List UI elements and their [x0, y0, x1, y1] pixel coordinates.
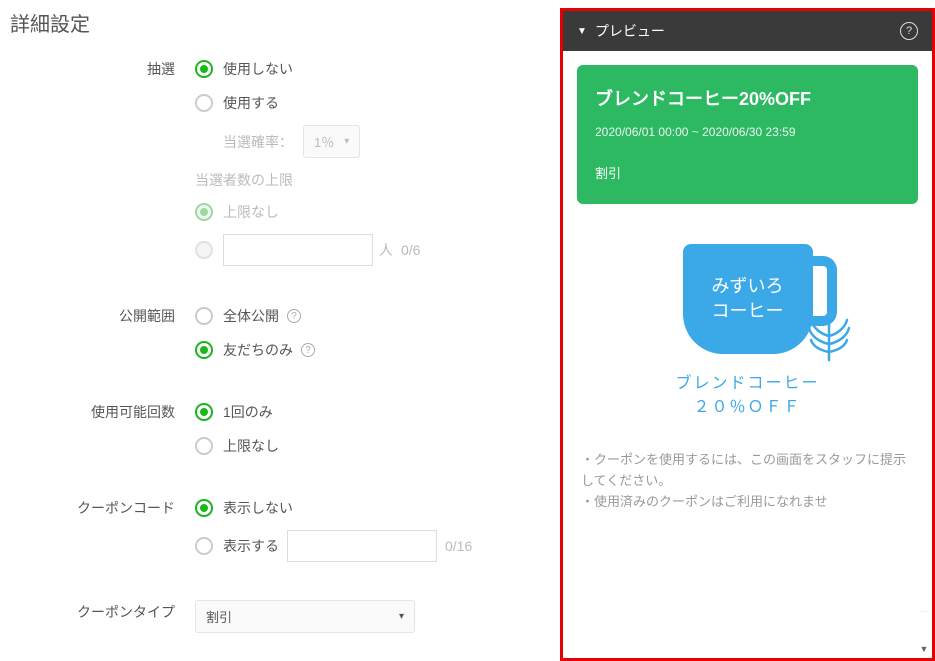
coupon-image: みずいろ コーヒー [577, 244, 918, 354]
radio-lottery-not-use[interactable] [195, 60, 213, 78]
label-visibility: 公開範囲 [10, 304, 195, 372]
chevron-down-icon: ▾ [344, 136, 349, 147]
radio-label: 友だちのみ [223, 340, 293, 360]
coupon-date: 2020/06/01 00:00 ~ 2020/06/30 23:59 [595, 125, 900, 139]
radio-lottery-use[interactable] [195, 94, 213, 112]
coupon-notes: ・クーポンを使用するには、この画面をスタッフに提示してください。 ・使用済みのク… [577, 450, 918, 512]
label-usage: 使用可能回数 [10, 400, 195, 468]
note-line: ・クーポンを使用するには、この画面をスタッフに提示してください。 [581, 450, 914, 492]
help-icon[interactable]: ? [287, 309, 301, 323]
promo-line-2: ２０％ＯＦＦ [577, 396, 918, 420]
chevron-down-icon: ▾ [399, 611, 404, 622]
coupon-title: ブレンドコーヒー20%OFF [595, 85, 900, 111]
radio-label: 使用しない [223, 59, 293, 79]
row-type: クーポンタイプ 割引 ▾ [10, 600, 540, 633]
radio-label: 表示する [223, 536, 279, 556]
radio-label: 1回のみ [223, 402, 273, 422]
promo-line-1: ブレンドコーヒー [577, 372, 918, 396]
unit-people: 人 [379, 240, 393, 260]
caret-down-icon: ▼ [577, 26, 587, 37]
label-code: クーポンコード [10, 496, 195, 572]
radio-winners-limit[interactable] [195, 241, 213, 259]
page-title: 詳細設定 [10, 8, 540, 37]
cup-text-1: みずいろ [712, 274, 784, 299]
cup-text-2: コーヒー [712, 299, 784, 324]
help-icon[interactable]: ? [900, 22, 918, 40]
coupon-type-badge: 割引 [595, 163, 900, 182]
coupon-card: ブレンドコーヒー20%OFF 2020/06/01 00:00 ~ 2020/0… [577, 65, 918, 204]
preview-title: プレビュー [595, 21, 665, 41]
label-lottery: 抽選 [10, 57, 195, 276]
preview-body: ブレンドコーヒー20%OFF 2020/06/01 00:00 ~ 2020/0… [563, 51, 932, 611]
select-value: 1％ [314, 132, 334, 151]
preview-header[interactable]: ▼ プレビュー ? [563, 11, 932, 51]
preview-panel: ▼ プレビュー ? ▼ ブレンドコーヒー20%OFF 2020/06/01 00… [560, 8, 935, 661]
select-win-rate[interactable]: 1％ ▾ [303, 125, 360, 158]
cup-logo: みずいろ コーヒー [683, 244, 813, 354]
promo-text: ブレンドコーヒー ２０％ＯＦＦ [577, 372, 918, 420]
rate-label: 当選確率： [223, 132, 293, 152]
label-type: クーポンタイプ [10, 600, 195, 633]
radio-winners-nolimit[interactable] [195, 203, 213, 221]
counter: 0/16 [445, 538, 472, 554]
radio-code-hide[interactable] [195, 499, 213, 517]
input-coupon-code[interactable] [287, 530, 437, 562]
radio-label: 上限なし [223, 202, 279, 222]
radio-visibility-friends[interactable] [195, 341, 213, 359]
radio-label: 上限なし [223, 436, 279, 456]
leaf-icon [805, 302, 853, 362]
row-visibility: 公開範囲 全体公開 ? 友だちのみ ? [10, 304, 540, 372]
radio-usage-once[interactable] [195, 403, 213, 421]
select-value: 割引 [206, 607, 232, 626]
radio-visibility-public[interactable] [195, 307, 213, 325]
select-coupon-type[interactable]: 割引 ▾ [195, 600, 415, 633]
winners-limit-label: 当選者数の上限 [195, 170, 540, 190]
note-line: ・使用済みのクーポンはご利用になれませ [581, 492, 914, 513]
radio-label: 全体公開 [223, 306, 279, 326]
input-winners-count[interactable] [223, 234, 373, 266]
row-usage: 使用可能回数 1回のみ 上限なし [10, 400, 540, 468]
row-lottery: 抽選 使用しない 使用する 当選確率： 1％ ▾ 当選者数の上限 [10, 57, 540, 276]
counter: 0/6 [401, 242, 420, 258]
radio-label: 使用する [223, 93, 279, 113]
radio-code-show[interactable] [195, 537, 213, 555]
help-icon[interactable]: ? [301, 343, 315, 357]
radio-usage-nolimit[interactable] [195, 437, 213, 455]
scroll-down-icon[interactable]: ▼ [919, 643, 929, 655]
radio-label: 表示しない [223, 498, 293, 518]
row-code: クーポンコード 表示しない 表示する 0/16 [10, 496, 540, 572]
